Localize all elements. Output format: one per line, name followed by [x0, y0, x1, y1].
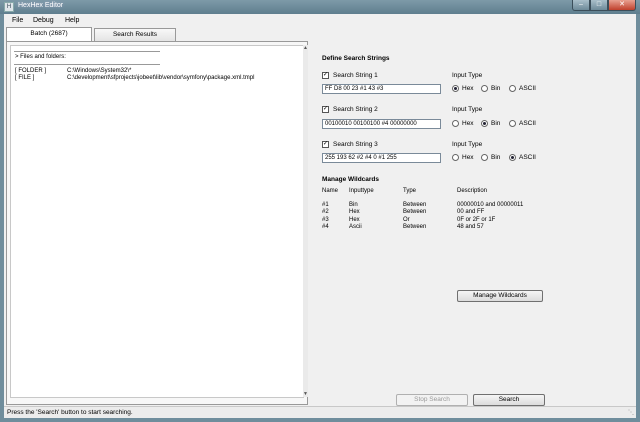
ss1-ascii-radio[interactable]: [509, 85, 516, 92]
input-type-label: Input Type: [452, 106, 483, 113]
menu-help[interactable]: Help: [65, 17, 79, 24]
search-string-1-label: Search String 1: [333, 72, 378, 79]
status-text: Press the 'Search' button to start searc…: [7, 409, 133, 416]
entry-kind: [ FOLDER ]: [15, 68, 47, 74]
stop-search-button[interactable]: Stop Search: [396, 394, 468, 406]
status-bar: Press the 'Search' button to start searc…: [4, 406, 636, 418]
search-button[interactable]: Search: [473, 394, 545, 406]
search-string-2-input[interactable]: 00100010 00100100 #4 00000000: [322, 119, 441, 129]
wildcard-type: Between: [403, 209, 427, 215]
menu-file[interactable]: File: [12, 17, 23, 24]
vertical-scrollbar[interactable]: ▲ ▼: [303, 45, 308, 397]
wildcard-name: #2: [322, 209, 329, 215]
wildcard-type: Or: [403, 217, 410, 223]
ss3-ascii-radio[interactable]: [509, 154, 516, 161]
minimize-icon[interactable]: –: [572, 0, 590, 11]
wildcard-description: 00000010 and 00000011: [457, 202, 524, 208]
window-title: HexHex Editor: [18, 2, 64, 9]
menu-bar: File Debug Help: [4, 14, 636, 28]
ss1-hex-radio[interactable]: [452, 85, 459, 92]
scroll-up-icon[interactable]: ▲: [303, 45, 308, 51]
manage-wildcards-button[interactable]: Manage Wildcards: [457, 290, 543, 302]
search-string-1-checkbox[interactable]: ✓: [322, 72, 329, 79]
input-type-label: Input Type: [452, 141, 483, 148]
tab-search-results[interactable]: Search Results: [94, 28, 176, 41]
wildcard-name: #1: [322, 202, 329, 208]
search-string-2-checkbox[interactable]: ✓: [322, 106, 329, 113]
ss3-hex-radio[interactable]: [452, 154, 459, 161]
search-config-panel: Define Search Strings ✓ Search String 1 …: [318, 41, 634, 406]
batch-panel: > Files and folders: [ FOLDER ] C:\Windo…: [6, 41, 308, 405]
search-string-2-label: Search String 2: [333, 106, 378, 113]
wildcard-type: Between: [403, 224, 427, 230]
wildcards-col-inputtype: Inputtype: [349, 188, 374, 194]
wildcard-inputtype: Ascii: [349, 224, 362, 230]
bin-label: Bin: [491, 154, 501, 161]
wildcards-col-description: Description: [457, 188, 488, 194]
wildcard-inputtype: Hex: [349, 209, 360, 215]
tab-batch[interactable]: Batch (2687): [6, 27, 92, 41]
resize-grip-icon[interactable]: ⋱: [628, 409, 634, 416]
files-header: > Files and folders:: [15, 54, 66, 60]
entry-path: C:\Windows\System32\*: [67, 68, 132, 74]
wildcard-name: #4: [322, 224, 329, 230]
scroll-down-icon[interactable]: ▼: [303, 391, 308, 397]
tab-strip: Batch (2687) Search Results: [4, 27, 636, 42]
app-icon: H: [4, 2, 14, 12]
ss3-bin-radio[interactable]: [481, 154, 488, 161]
wildcard-name: #3: [322, 217, 329, 223]
entry-path: C:\development\sfprojects\jobeet\lib\ven…: [67, 75, 255, 81]
files-list[interactable]: > Files and folders: [ FOLDER ] C:\Windo…: [10, 45, 304, 398]
ss1-bin-radio[interactable]: [481, 85, 488, 92]
maximize-icon[interactable]: □: [590, 0, 608, 11]
wildcard-description: 0F or 2F or 1F: [457, 217, 496, 223]
search-string-3-checkbox[interactable]: ✓: [322, 141, 329, 148]
ascii-label: ASCII: [519, 120, 536, 127]
ss2-bin-radio[interactable]: [481, 120, 488, 127]
wildcard-inputtype: Bin: [349, 202, 358, 208]
hex-label: Hex: [462, 154, 474, 161]
hex-label: Hex: [462, 85, 474, 92]
ascii-label: ASCII: [519, 154, 536, 161]
ss2-ascii-radio[interactable]: [509, 120, 516, 127]
client-area: File Debug Help Batch (2687) Search Resu…: [4, 14, 636, 418]
wildcard-description: 00 and FF: [457, 209, 485, 215]
bin-label: Bin: [491, 85, 501, 92]
ss2-hex-radio[interactable]: [452, 120, 459, 127]
search-string-3-input[interactable]: 255 193 62 #2 #4 0 #1 255: [322, 153, 441, 163]
hex-label: Hex: [462, 120, 474, 127]
wildcards-col-type: Type: [403, 188, 417, 194]
wildcard-description: 48 and 57: [457, 224, 484, 230]
bin-label: Bin: [491, 120, 501, 127]
divider: [14, 64, 160, 65]
app-window: H HexHex Editor – □ ✕ File Debug Help Ba…: [0, 0, 640, 422]
menu-debug[interactable]: Debug: [33, 17, 54, 24]
wildcard-inputtype: Hex: [349, 217, 360, 223]
title-bar[interactable]: H HexHex Editor – □ ✕: [0, 0, 640, 14]
close-icon[interactable]: ✕: [608, 0, 636, 11]
wildcard-type: Between: [403, 202, 427, 208]
wildcards-col-name: Name: [322, 188, 339, 194]
manage-wildcards-title: Manage Wildcards: [322, 176, 380, 183]
ascii-label: ASCII: [519, 85, 536, 92]
input-type-label: Input Type: [452, 72, 483, 79]
divider: [14, 51, 160, 52]
define-search-strings-title: Define Search Strings: [322, 55, 390, 62]
entry-kind: [ FILE ]: [15, 75, 35, 81]
search-string-1-input[interactable]: FF D8 00 23 #1 43 #3: [322, 84, 441, 94]
search-string-3-label: Search String 3: [333, 141, 378, 148]
